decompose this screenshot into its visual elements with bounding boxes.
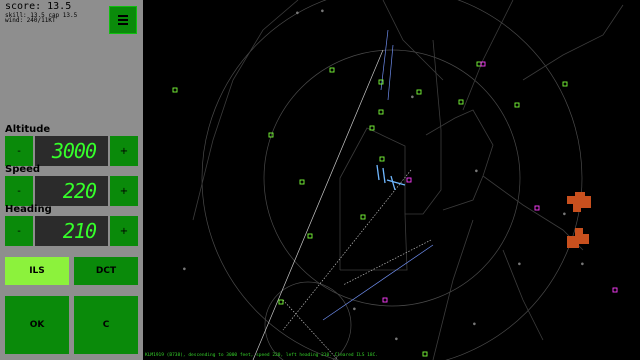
svg-text:●: ●: [353, 307, 356, 312]
menu-button[interactable]: [109, 6, 137, 34]
altitude-control: - 3000 +: [5, 136, 138, 166]
dct-button[interactable]: DCT: [74, 257, 138, 285]
speed-label: Speed: [5, 164, 41, 175]
svg-text:●: ●: [581, 262, 584, 267]
heading-increase-button[interactable]: +: [110, 216, 138, 246]
svg-text:●: ●: [321, 9, 324, 14]
heading-decrease-button[interactable]: -: [5, 216, 33, 246]
aircraft-targets[interactable]: [172, 61, 568, 357]
svg-text:●: ●: [518, 262, 521, 267]
speed-decrease-button[interactable]: -: [5, 176, 33, 206]
altitude-display: 3000: [35, 136, 108, 166]
speed-increase-button[interactable]: +: [110, 176, 138, 206]
altitude-label: Altitude: [5, 124, 51, 135]
wind-readout: wind: 240/11KT: [5, 17, 56, 24]
radar-scope[interactable]: ● ● ● ● ● ● ● ● ● ● ●: [143, 0, 640, 360]
status-line: KLM1919 (B738), descending to 3000 feet,…: [145, 353, 378, 358]
speed-control: - 220 +: [5, 176, 138, 206]
score-readout: score: 13.5: [5, 1, 72, 12]
approach-courses: [252, 29, 434, 360]
airspace-boundaries: [192, 0, 624, 360]
control-panel: score: 13.5 skill: 13.5 cap 13.5 wind: 2…: [0, 0, 143, 360]
runways: [376, 164, 406, 191]
svg-text:●: ●: [296, 11, 299, 16]
weather-cells: [567, 192, 591, 248]
heading-control: - 210 +: [5, 216, 138, 246]
svg-text:●: ●: [473, 322, 476, 327]
altitude-decrease-button[interactable]: -: [5, 136, 33, 166]
heading-display: 210: [35, 216, 108, 246]
svg-text:●: ●: [411, 95, 414, 100]
speed-display: 220: [35, 176, 108, 206]
altitude-increase-button[interactable]: +: [110, 136, 138, 166]
heading-label: Heading: [5, 204, 52, 215]
svg-text:●: ●: [183, 267, 186, 272]
svg-text:●: ●: [395, 337, 398, 342]
cancel-button[interactable]: C: [74, 296, 138, 354]
hamburger-menu-icon: [118, 15, 128, 25]
ils-button[interactable]: ILS: [5, 257, 69, 285]
ok-button[interactable]: OK: [5, 296, 69, 354]
svg-text:●: ●: [563, 212, 566, 217]
svg-text:●: ●: [475, 169, 478, 174]
